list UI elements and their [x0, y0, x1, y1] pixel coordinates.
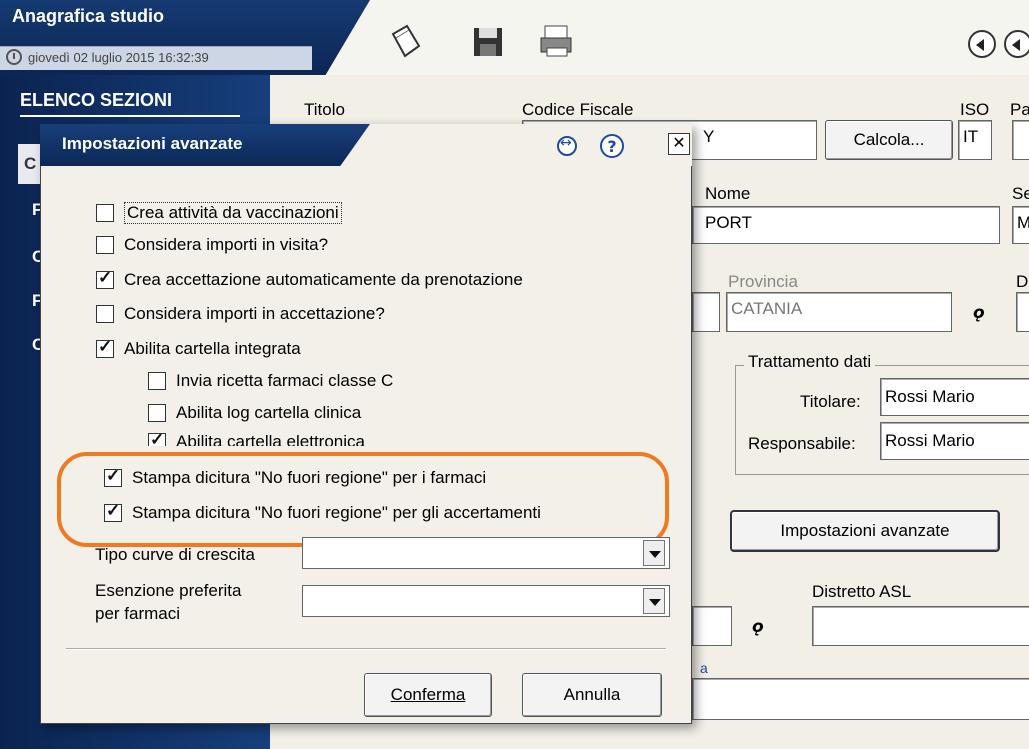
asl-field[interactable] [692, 606, 732, 646]
tipo-curve-label: Tipo curve di crescita [95, 545, 255, 564]
sidebar-title: ELENCO SEZIONI [20, 90, 240, 117]
titolo-label: Titolo [304, 100, 345, 119]
app-title: Anagrafica studio [12, 6, 165, 26]
label-importi-accettazione: Considera importi in accettazione? [124, 304, 385, 323]
distretto-asl-field[interactable] [812, 606, 1029, 646]
chk-row-log-cartella[interactable]: Abilita log cartella clinica [148, 403, 361, 423]
back-button[interactable] [968, 30, 996, 58]
codice-fiscale-label: Codice Fiscale [522, 100, 634, 119]
paese-field[interactable] [1012, 120, 1029, 160]
clip-cartella-elettronica: Abilita cartella elettronica [140, 430, 560, 446]
sesso-label: Se [1012, 184, 1029, 203]
help-icon[interactable]: ? [600, 134, 624, 158]
next-button[interactable] [1004, 30, 1029, 58]
esenzione-label-1: Esenzione preferita [95, 581, 242, 600]
label-importi-visita: Considera importi in visita? [124, 235, 329, 254]
resize-icon[interactable] [557, 135, 577, 156]
iso-field[interactable]: IT [958, 120, 992, 160]
chevron-down-icon-2[interactable] [643, 588, 665, 614]
label-ricetta-classe-c: Invia ricetta farmaci classe C [176, 371, 394, 390]
new-document-icon[interactable] [385, 22, 425, 62]
esenzione-label-2: per farmaci [95, 604, 181, 623]
nome-label: Nome [705, 184, 751, 203]
responsabile-label: Responsabile: [748, 434, 856, 453]
checkbox-accettazione-auto[interactable] [96, 268, 114, 289]
print-icon[interactable] [537, 22, 577, 62]
partial-label: a [700, 660, 708, 676]
provincia-label: Provincia [728, 272, 798, 291]
label-accettazione-auto: Crea accettazione automaticamente da pre… [124, 270, 523, 289]
distretto-asl-label: Distretto ASL [812, 582, 912, 601]
conferma-label: Conferma [390, 685, 466, 704]
clock-icon [6, 49, 22, 65]
label-cartella-elettronica: Abilita cartella elettronica [176, 432, 365, 446]
iso-label: ISO [960, 100, 990, 119]
impostazioni-avanzate-button[interactable]: Impostazioni avanzate [730, 510, 1000, 552]
chk-row-vaccinazioni[interactable]: Crea attività da vaccinazioni [96, 202, 342, 224]
calcola-button[interactable]: Calcola... [825, 120, 953, 160]
titolare-label: Titolare: [800, 392, 861, 411]
checkbox-log-cartella[interactable] [148, 404, 166, 422]
pin-icon[interactable]: ǫ [973, 303, 991, 323]
checkbox-ricetta-classe-c[interactable] [148, 372, 166, 390]
checkbox-vaccinazioni[interactable] [96, 204, 114, 222]
checkbox-importi-accettazione[interactable] [96, 305, 114, 323]
trattamento-title: Trattamento dati [744, 352, 876, 372]
comune-field[interactable] [692, 292, 720, 332]
dialog-separator [66, 648, 666, 650]
label-vaccinazioni: Crea attività da vaccinazioni [124, 202, 342, 224]
provincia-field[interactable]: CATANIA [726, 292, 952, 332]
highlight-annotation [57, 452, 669, 547]
save-icon[interactable] [468, 22, 508, 62]
annulla-button[interactable]: Annulla [522, 673, 662, 717]
checkbox-cartella-integrata[interactable] [96, 337, 114, 358]
sesso-field[interactable]: M [1012, 206, 1029, 244]
nome-field[interactable]: PORT [692, 206, 1000, 244]
close-icon[interactable]: ✕ [668, 133, 690, 155]
tipo-curve-select[interactable] [302, 537, 670, 569]
bottom-field[interactable] [692, 678, 1029, 720]
chk-row-importi-accettazione[interactable]: Considera importi in accettazione? [96, 304, 385, 324]
checkbox-cartella-elettronica[interactable] [148, 430, 166, 446]
chk-row-ricetta-classe-c[interactable]: Invia ricetta farmaci classe C [148, 371, 393, 391]
esenzione-select[interactable] [302, 585, 670, 617]
label-log-cartella: Abilita log cartella clinica [176, 403, 362, 422]
responsabile-field[interactable]: Rossi Mario [880, 422, 1029, 460]
titolare-field[interactable]: Rossi Mario [880, 378, 1029, 416]
chk-row-cartella-elettronica[interactable]: Abilita cartella elettronica [148, 430, 365, 446]
d-label: D [1016, 272, 1029, 291]
paese-label: Pa [1010, 100, 1029, 119]
chevron-down-icon[interactable] [643, 540, 665, 566]
chk-row-cartella-integrata[interactable]: Abilita cartella integrata [96, 337, 301, 359]
chk-row-accettazione-auto[interactable]: Crea accettazione automaticamente da pre… [96, 268, 523, 290]
pin-icon-2[interactable]: ǫ [752, 617, 770, 637]
chk-row-importi-visita[interactable]: Considera importi in visita? [96, 235, 328, 255]
label-cartella-integrata: Abilita cartella integrata [124, 339, 301, 358]
checkbox-importi-visita[interactable] [96, 236, 114, 254]
sidebar-item-1[interactable]: C [24, 154, 36, 174]
d-field[interactable] [1016, 292, 1029, 332]
dialog-title: Impostazioni avanzate [62, 134, 243, 153]
datetime-text: giovedì 02 luglio 2015 16:32:39 [28, 50, 209, 65]
conferma-button[interactable]: Conferma [364, 673, 492, 717]
